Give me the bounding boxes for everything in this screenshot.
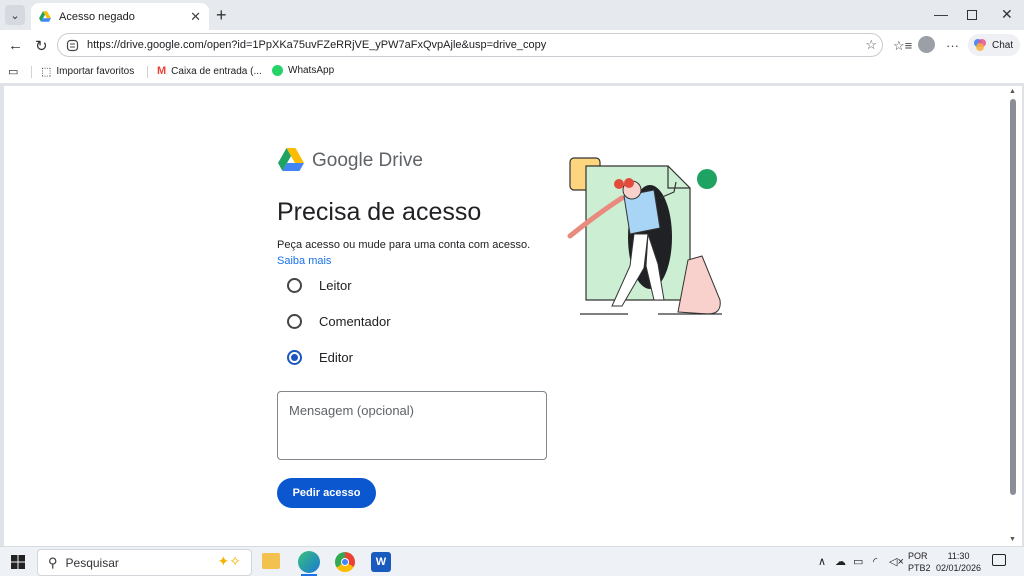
role-label: Editor — [319, 350, 353, 365]
page-title: Precisa de acesso — [277, 198, 482, 226]
date: 02/01/2026 — [936, 563, 982, 573]
role-label: Comentador — [319, 314, 391, 329]
language-indicator[interactable]: POR PTB2 — [908, 550, 931, 574]
reload-icon[interactable]: ↻ — [35, 37, 48, 55]
clock[interactable]: 11:30 02/01/2026 — [936, 550, 981, 574]
import-icon: ⬚ — [41, 66, 52, 78]
profile-avatar[interactable] — [918, 36, 935, 53]
favorite-star-icon[interactable]: ☆ — [865, 37, 877, 53]
learn-more-link[interactable]: Saiba mais — [277, 255, 331, 267]
taskbar: ⚲ Pesquisar ✦✧ W ∧ ☁ ▭ ◜ ◁× POR PTB2 11:… — [0, 546, 1024, 576]
drive-favicon-icon — [39, 11, 51, 22]
scrollbar-thumb[interactable] — [1010, 99, 1016, 495]
message-field[interactable]: Mensagem (opcional) — [277, 391, 547, 460]
role-label: Leitor — [319, 278, 352, 293]
chat-label: Chat — [992, 39, 1014, 51]
radio-button[interactable] — [287, 278, 302, 293]
site-info-icon — [66, 39, 79, 51]
page-description: Peça acesso ou mude para uma conta com a… — [277, 239, 531, 251]
edge-icon[interactable] — [298, 551, 320, 573]
cloud-icon[interactable]: ☁ — [835, 555, 846, 568]
taskbar-search[interactable]: ⚲ Pesquisar ✦✧ — [37, 549, 252, 576]
favorites-icon[interactable]: ☆≡ — [893, 38, 912, 54]
role-option-comentador[interactable]: Comentador — [287, 314, 391, 329]
wifi-icon[interactable]: ◜ — [873, 555, 877, 568]
new-tab-button[interactable]: + — [216, 5, 227, 26]
url-text: https://drive.google.com/open?id=1PpXKa7… — [87, 39, 547, 51]
close-window-icon[interactable]: ✕ — [1001, 6, 1013, 23]
bookmark-separator — [31, 66, 32, 78]
chat-button[interactable]: Chat — [968, 34, 1020, 56]
whatsapp-icon — [272, 65, 283, 76]
more-menu-icon[interactable]: ··· — [946, 38, 959, 53]
file-explorer-icon[interactable] — [262, 553, 280, 569]
radio-button[interactable] — [287, 314, 302, 329]
bookmarks-bar: ▭ ⬚ Importar favoritos M Caixa de entrada … — [0, 60, 1024, 84]
search-placeholder: Pesquisar — [65, 555, 119, 570]
scroll-up-icon[interactable]: ▲ — [1009, 88, 1016, 95]
copilot-icon — [974, 39, 986, 51]
tab-strip: ⌄ Acesso negado ✕ + — ✕ — [0, 0, 1024, 30]
tab-list-button[interactable]: ⌄ — [5, 5, 25, 25]
access-denied-illustration — [567, 157, 722, 315]
battery-icon[interactable]: ▭ — [853, 555, 863, 568]
tab-active[interactable]: Acesso negado ✕ — [31, 3, 209, 30]
back-icon[interactable]: ← — [8, 37, 23, 54]
chevron-down-icon: ⌄ — [10, 9, 20, 22]
role-option-editor[interactable]: Editor — [287, 350, 353, 365]
close-tab-icon[interactable]: ✕ — [190, 9, 201, 25]
chrome-icon[interactable] — [335, 552, 355, 572]
role-option-leitor[interactable]: Leitor — [287, 278, 352, 293]
scroll-down-icon[interactable]: ▼ — [1009, 536, 1016, 543]
notifications-icon[interactable] — [992, 554, 1006, 566]
time: 11:30 — [947, 551, 970, 561]
google-drive-logo-icon — [278, 148, 304, 171]
tab-title: Acesso negado — [59, 10, 135, 23]
sparkle-icon: ✦✧ — [217, 553, 241, 569]
bookmarks-menu-icon[interactable]: ▭ — [8, 65, 23, 78]
search-icon: ⚲ — [48, 554, 58, 570]
bookmark-import-favorites[interactable]: ⬚ Importar favoritos — [41, 65, 134, 78]
word-icon[interactable]: W — [371, 552, 391, 572]
bookmark-separator — [147, 66, 148, 78]
browser-toolbar: ← ↻ https://drive.google.com/open?id=1Pp… — [0, 30, 1024, 60]
maximize-icon[interactable] — [967, 10, 977, 20]
address-bar[interactable]: https://drive.google.com/open?id=1PpXKa7… — [57, 33, 883, 57]
chevron-up-icon[interactable]: ∧ — [818, 555, 826, 568]
bookmark-whatsapp[interactable]: WhatsApp — [272, 65, 334, 76]
radio-button-selected[interactable] — [287, 350, 302, 365]
windows-start-icon[interactable] — [11, 555, 25, 569]
request-access-button[interactable]: Pedir acesso — [277, 478, 376, 508]
logo-text: Google Drive — [312, 150, 423, 171]
gmail-icon: M — [157, 65, 167, 77]
bookmark-gmail[interactable]: M Caixa de entrada (... — [157, 65, 262, 77]
minimize-icon[interactable]: — — [934, 6, 948, 22]
page-content — [4, 86, 1022, 546]
volume-muted-icon[interactable]: ◁× — [889, 555, 904, 568]
